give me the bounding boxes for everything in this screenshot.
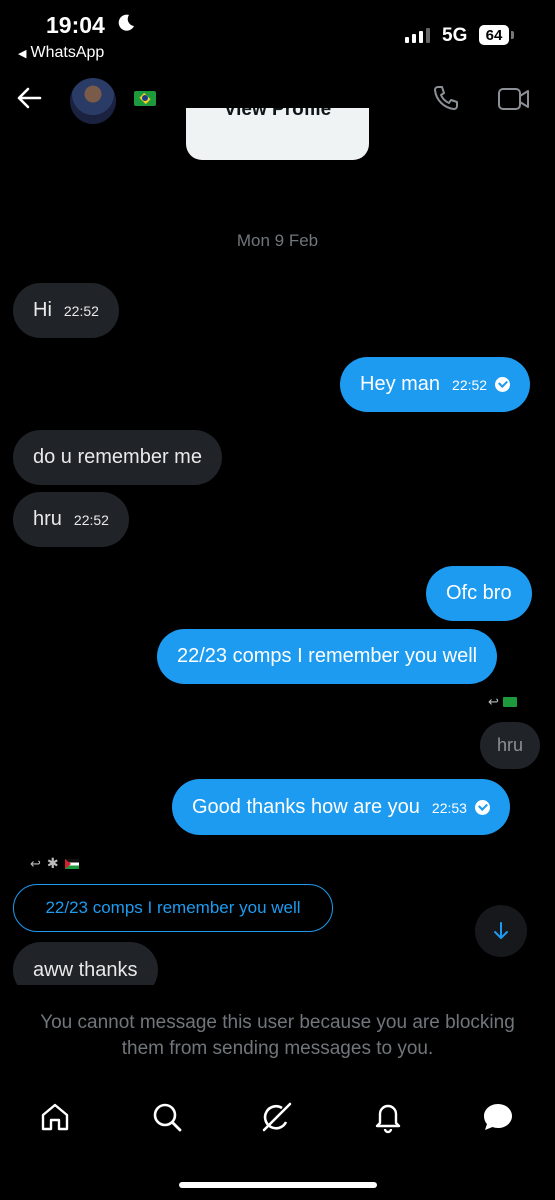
spider-icon: ✱ (46, 855, 59, 871)
message-bubble-incoming[interactable]: hru 22:52 (13, 492, 129, 547)
back-app-label: WhatsApp (30, 44, 105, 61)
avatar[interactable] (70, 78, 116, 124)
back-to-app-link[interactable]: ◀ WhatsApp (18, 44, 104, 62)
message-text: Hi (33, 299, 52, 321)
home-indicator[interactable] (179, 1182, 377, 1188)
message-time: 22:52 (452, 377, 488, 393)
reply-icon: ↩ (30, 855, 41, 871)
brazil-flag (502, 697, 517, 707)
status-time: 19:04 (46, 12, 105, 38)
message-bubble-outgoing[interactable]: 22/23 comps I remember you well (157, 629, 498, 684)
message-text: Ofc bro (446, 582, 512, 604)
video-icon[interactable] (497, 86, 531, 117)
quoted-message[interactable]: hru (480, 722, 541, 769)
read-check-icon (495, 377, 511, 392)
message-bubble-outgoing[interactable]: Good thanks how are you 22:53 (172, 779, 510, 835)
message-bubble-incoming[interactable]: Hi 22:52 (13, 283, 119, 338)
network-type: 5G (442, 25, 468, 46)
quoted-message[interactable]: 22/23 comps I remember you well (13, 884, 333, 932)
battery-tip (511, 31, 514, 39)
message-time: 22:52 (73, 512, 109, 528)
notifications-icon[interactable] (371, 1100, 405, 1134)
back-arrow-icon[interactable] (14, 84, 44, 117)
view-profile-label: View Profile (223, 108, 332, 120)
quoted-text: hru (497, 735, 524, 755)
message-bubble-incoming[interactable]: do u remember me (13, 430, 222, 485)
message-text: do u remember me (33, 446, 202, 468)
back-triangle-icon: ◀ (18, 47, 27, 60)
arrow-down-icon (494, 922, 508, 939)
home-icon[interactable] (38, 1100, 72, 1134)
reply-indicator: ↩ (488, 694, 517, 710)
messages-icon[interactable] (481, 1100, 515, 1134)
phone-icon[interactable] (432, 84, 460, 117)
read-check-icon (474, 800, 490, 815)
search-icon[interactable] (150, 1100, 184, 1134)
reply-icon: ↩ (488, 694, 499, 709)
message-text: 22/23 comps I remember you well (177, 645, 478, 667)
message-text: Hey man (360, 373, 441, 395)
date-separator: Mon 9 Feb (236, 231, 319, 250)
message-text: hru (33, 508, 62, 530)
grok-icon[interactable] (260, 1100, 294, 1134)
moon-icon (116, 13, 136, 38)
message-bubble-outgoing[interactable]: Ofc bro (426, 566, 532, 621)
view-profile-button[interactable]: View Profile (186, 108, 369, 160)
battery-icon: 64 (479, 25, 509, 45)
composer-divider (0, 985, 555, 1005)
reply-indicator: ↩ ✱ (30, 855, 79, 872)
palestine-flag (64, 858, 79, 869)
signal-icon (405, 28, 430, 43)
message-time: 22:53 (431, 800, 467, 816)
blocked-notice: You cannot message this user because you… (40, 1012, 515, 1059)
brazil-flag (134, 91, 156, 106)
scroll-down-button[interactable] (475, 905, 527, 957)
message-bubble-outgoing[interactable]: Hey man 22:52 (340, 357, 531, 412)
message-time: 22:52 (63, 303, 99, 319)
message-text: Good thanks how are you (192, 796, 420, 818)
